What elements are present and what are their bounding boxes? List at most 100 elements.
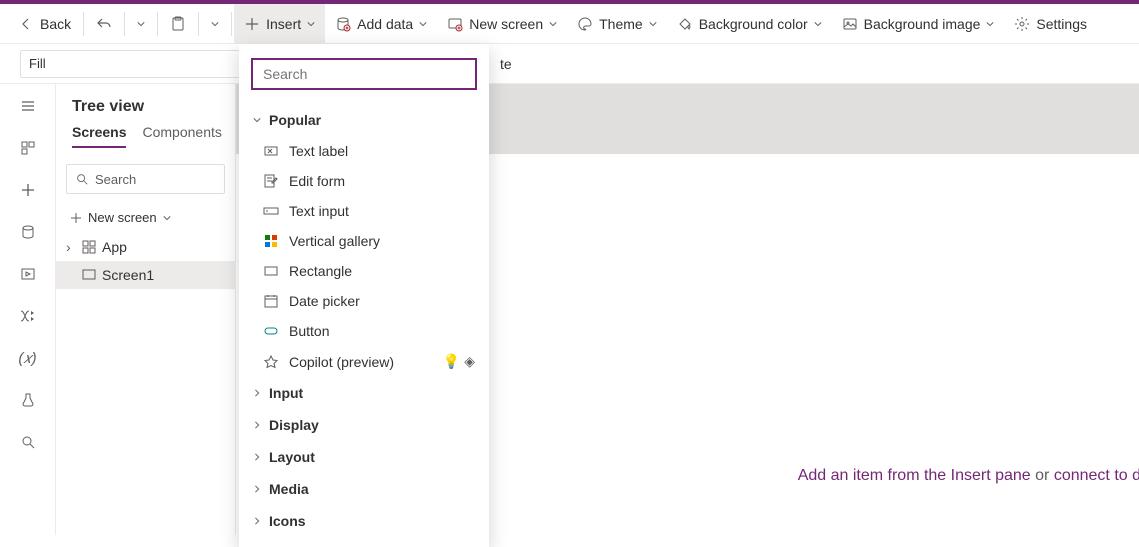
item-label: Edit form xyxy=(289,173,345,189)
insert-button[interactable]: Insert xyxy=(234,4,325,44)
settings-button[interactable]: Settings xyxy=(1004,4,1097,44)
tree-node-app[interactable]: › App xyxy=(56,233,235,261)
undo-button[interactable] xyxy=(86,4,122,44)
rail-insert-icon[interactable] xyxy=(18,180,38,200)
chevron-down-icon xyxy=(419,20,427,28)
paste-menu[interactable] xyxy=(201,4,229,44)
rail-tree-icon[interactable] xyxy=(18,138,38,158)
tree-search-placeholder: Search xyxy=(95,172,136,187)
section-label: Icons xyxy=(269,513,306,529)
insert-section-media[interactable]: Media xyxy=(239,473,489,505)
chevron-right-icon: › xyxy=(66,239,76,255)
back-label: Back xyxy=(40,16,71,32)
bucket-icon xyxy=(677,16,693,32)
rail-tests-icon[interactable] xyxy=(18,390,38,410)
tab-components[interactable]: Components xyxy=(142,124,221,148)
insert-item-text-label[interactable]: Text label xyxy=(239,136,489,166)
form-icon xyxy=(263,173,279,189)
new-screen-button[interactable]: New screen xyxy=(437,4,567,44)
formula-bar: Fill te xyxy=(0,44,1139,84)
tree-search-input[interactable]: Search xyxy=(66,164,225,194)
theme-button[interactable]: Theme xyxy=(567,4,667,44)
rail-media-icon[interactable] xyxy=(18,264,38,284)
plus-icon xyxy=(70,212,82,224)
chevron-right-icon xyxy=(253,453,261,461)
insert-section-input[interactable]: Input xyxy=(239,377,489,409)
add-data-button[interactable]: Add data xyxy=(325,4,437,44)
insert-item-edit-form[interactable]: Edit form xyxy=(239,166,489,196)
item-label: Button xyxy=(289,323,329,339)
insert-search-input[interactable] xyxy=(253,60,475,88)
tree-node-screen1[interactable]: Screen1 xyxy=(56,261,235,289)
paste-button[interactable] xyxy=(160,4,196,44)
back-button[interactable]: Back xyxy=(8,4,81,44)
insert-section-layout[interactable]: Layout xyxy=(239,441,489,473)
undo-icon xyxy=(96,16,112,32)
chevron-down-icon xyxy=(814,20,822,28)
separator xyxy=(157,12,158,36)
new-screen-label: New screen xyxy=(469,16,543,32)
chevron-right-icon xyxy=(253,389,261,397)
insert-item-text-input[interactable]: Text input xyxy=(239,196,489,226)
data-icon xyxy=(335,16,351,32)
insert-section-popular[interactable]: Popular xyxy=(239,104,489,136)
property-selector[interactable]: Fill xyxy=(20,50,250,78)
screen-icon xyxy=(447,16,463,32)
tree-new-screen[interactable]: New screen xyxy=(56,202,235,233)
chevron-down-icon xyxy=(253,116,261,124)
hint-insert-link[interactable]: Add an item from the Insert pane xyxy=(798,467,1031,484)
settings-label: Settings xyxy=(1036,16,1087,32)
item-label: Vertical gallery xyxy=(289,233,380,249)
preview-badges: 💡 ◈ xyxy=(443,353,475,370)
insert-item-vertical-gallery[interactable]: Vertical gallery xyxy=(239,226,489,256)
chevron-down-icon xyxy=(163,214,171,222)
rail-hamburger[interactable] xyxy=(18,96,38,116)
rail-data-icon[interactable] xyxy=(18,222,38,242)
chevron-right-icon xyxy=(253,517,261,525)
diamond-icon: ◈ xyxy=(464,353,475,370)
chevron-down-icon xyxy=(649,20,657,28)
text-label-icon xyxy=(263,143,279,159)
popular-label: Popular xyxy=(269,112,321,128)
add-data-label: Add data xyxy=(357,16,413,32)
property-label: Fill xyxy=(29,56,46,71)
arrow-left-icon xyxy=(18,16,34,32)
item-label: Copilot (preview) xyxy=(289,354,394,370)
tree-tabs: Screens Components xyxy=(56,124,235,156)
gallery-icon xyxy=(263,233,279,249)
insert-item-button[interactable]: Button xyxy=(239,316,489,346)
insert-item-copilot[interactable]: Copilot (preview) 💡 ◈ xyxy=(239,346,489,377)
bulb-icon: 💡 xyxy=(443,353,460,370)
chevron-down-icon xyxy=(307,20,315,28)
section-label: Input xyxy=(269,385,303,401)
separator xyxy=(124,12,125,36)
undo-menu[interactable] xyxy=(127,4,155,44)
rail-search-icon[interactable] xyxy=(18,432,38,452)
item-label: Date picker xyxy=(289,293,360,309)
bg-color-button[interactable]: Background color xyxy=(667,4,832,44)
main-area: (𝑥) Tree view Screens Components Search … xyxy=(0,84,1139,535)
tab-screens[interactable]: Screens xyxy=(72,124,126,148)
insert-section-icons[interactable]: Icons xyxy=(239,505,489,537)
tree-node-screen1-label: Screen1 xyxy=(102,267,154,283)
screen-icon xyxy=(82,268,96,282)
rail-variables-icon[interactable]: (𝑥) xyxy=(18,348,38,368)
chevron-down-icon xyxy=(137,20,145,28)
chevron-right-icon xyxy=(253,485,261,493)
rail-flow-icon[interactable] xyxy=(18,306,38,326)
search-icon xyxy=(75,172,89,186)
insert-item-date-picker[interactable]: Date picker xyxy=(239,286,489,316)
clipboard-icon xyxy=(170,16,186,32)
left-rail: (𝑥) xyxy=(0,84,56,535)
item-label: Rectangle xyxy=(289,263,352,279)
copilot-icon xyxy=(263,354,279,370)
formula-value[interactable]: te xyxy=(500,56,512,72)
insert-section-display[interactable]: Display xyxy=(239,409,489,441)
hint-connect-link[interactable]: connect to d xyxy=(1054,467,1139,484)
bg-image-button[interactable]: Background image xyxy=(832,4,1005,44)
insert-item-rectangle[interactable]: Rectangle xyxy=(239,256,489,286)
section-label: Layout xyxy=(269,449,315,465)
chevron-down-icon xyxy=(986,20,994,28)
insert-search[interactable] xyxy=(251,58,477,90)
item-label: Text input xyxy=(289,203,349,219)
